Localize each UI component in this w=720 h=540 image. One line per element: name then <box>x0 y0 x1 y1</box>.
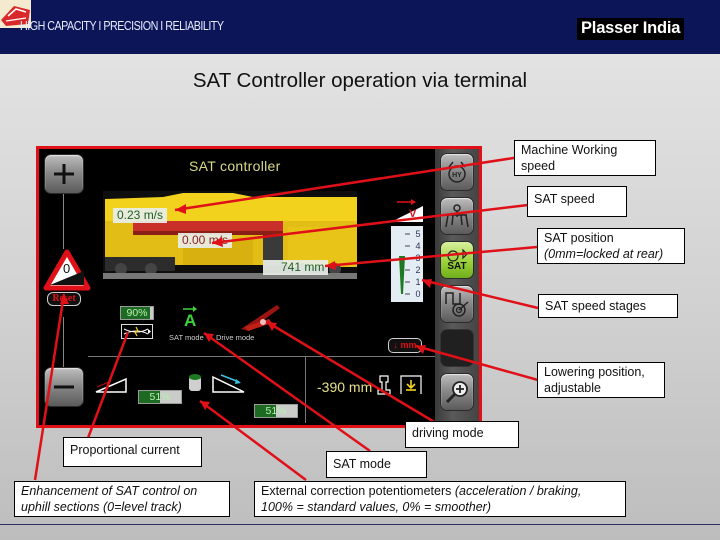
callout-proportional-current: Proportional current <box>63 437 202 467</box>
signal-target-icon <box>445 292 469 317</box>
tagline: HIGH CAPACITY I PRECISION I RELIABILITY <box>20 19 224 33</box>
callout-sat-position: SAT position (0mm=locked at rear) <box>537 228 685 264</box>
side-button-bar: HY SAT <box>435 149 479 425</box>
proportional-valve-icon <box>121 324 153 339</box>
callout-sat-mode: SAT mode <box>326 451 427 478</box>
increase-button[interactable] <box>44 154 84 194</box>
sat-position-value: 741 mm <box>263 260 329 275</box>
sat-button[interactable]: SAT <box>440 241 474 279</box>
slider-track <box>63 317 64 367</box>
callout-text: Machine Working <box>521 143 618 157</box>
blank-button[interactable] <box>440 329 474 367</box>
gauge-scale: 5 4 3 2 1 0 <box>413 228 423 300</box>
plus-icon <box>54 164 74 184</box>
callout-machine-working-speed: Machine Working speed <box>514 140 656 176</box>
lift-icon <box>445 204 469 228</box>
sat-hydraulic-icon <box>447 248 468 262</box>
callout-sat-speed: SAT speed <box>527 186 627 217</box>
gauge-tick-label: 2 <box>415 265 421 275</box>
gauge-tick-label: 0 <box>415 289 421 299</box>
hydraulic-icon: HY <box>448 161 466 183</box>
uphill-warning-sign[interactable]: 0 <box>43 249 91 291</box>
lowering-position-icon <box>399 374 423 401</box>
speed-marker: V <box>409 208 417 220</box>
callout-text: (0mm=locked at rear) <box>544 246 678 262</box>
gauge-tick-label: 5 <box>415 229 421 239</box>
reset-button[interactable]: Reset <box>47 292 81 306</box>
callout-uphill-enhancement: Enhancement of SAT control on uphill sec… <box>14 481 230 517</box>
slider-track <box>63 194 64 249</box>
lowering-position-value: -390 mm <box>317 379 373 395</box>
braking-ramp-icon <box>211 373 247 398</box>
sat-button-label: SAT <box>447 261 467 272</box>
zoom-button[interactable] <box>440 373 474 411</box>
page-title: SAT Controller operation via terminal <box>192 69 528 92</box>
divider <box>305 356 306 423</box>
hydraulic-button[interactable]: HY <box>440 153 474 191</box>
callout-text-italic: Enhancement of SAT control on <box>21 484 198 498</box>
callout-text: External correction potentiometers <box>261 484 455 498</box>
zoom-in-icon <box>445 381 468 404</box>
callout-text-italic: (0mm=locked at rear) <box>544 247 664 261</box>
brand-logo: Plasser India <box>577 18 685 40</box>
callout-sat-speed-stages: SAT speed stages <box>538 294 678 318</box>
svg-text:HY: HY <box>452 172 462 179</box>
terminal-screen: 0 Reset SAT controller 0.23 m/s 0.00 m/s… <box>39 149 435 425</box>
terminal-screenshot: 0 Reset SAT controller 0.23 m/s 0.00 m/s… <box>36 146 482 428</box>
signal-button[interactable] <box>440 285 474 323</box>
sat-speed-value: 0.00 m/s <box>178 233 233 248</box>
gauge-tick-label: 1 <box>415 277 421 287</box>
uphill-value: 0 <box>63 261 71 276</box>
acceleration-ramp-icon <box>95 377 129 398</box>
gauge-tick-label: 3 <box>415 253 421 263</box>
sat-speed-stages-gauge: V 5 4 3 2 1 0 <box>389 194 425 302</box>
machine-working-speed-value: 0.23 m/s <box>113 208 168 223</box>
callout-lowering-position: Lowering position, adjustable <box>537 362 665 398</box>
sat-mode-glyph: A <box>184 311 197 330</box>
potentiometer-knob-icon[interactable] <box>187 373 203 398</box>
drive-mode-label: Drive mode <box>216 333 255 342</box>
braking-value: 51% <box>265 405 287 417</box>
sat-mode-icon[interactable]: A <box>182 305 198 334</box>
callout-text-italic: (acceleration / braking, <box>454 484 582 498</box>
acceleration-value: 51% <box>149 391 171 403</box>
acceleration-potentiometer[interactable]: 51% <box>138 390 182 404</box>
callout-text: speed <box>521 159 556 173</box>
divider <box>88 356 435 357</box>
footer-rule <box>0 524 720 525</box>
callout-external-potentiometers: External correction potentiometers (acce… <box>254 481 626 517</box>
callout-text: SAT position <box>544 231 614 245</box>
controller-title: SAT controller <box>189 158 281 174</box>
callout-text-italic: uphill sections (0=level track) <box>21 500 182 514</box>
rail-icon <box>376 374 392 401</box>
callout-text-italic: 100% = standard values, 0% = smoother) <box>261 500 491 514</box>
machine-image: 0.23 m/s 0.00 m/s 741 mm <box>103 191 357 279</box>
proportional-current-value: 90% <box>126 307 148 319</box>
decrease-button[interactable] <box>44 367 84 407</box>
minus-icon <box>54 385 74 389</box>
gauge-tick-label: 4 <box>415 241 421 251</box>
callout-driving-mode: driving mode <box>405 421 519 448</box>
braking-potentiometer[interactable]: 51% <box>254 404 298 418</box>
callout-text: Lowering position, <box>544 365 645 379</box>
lift-button[interactable] <box>440 197 474 235</box>
lowering-position-button[interactable]: ↓ mm <box>388 338 422 353</box>
proportional-current-indicator: 90% <box>120 306 154 320</box>
callout-text: adjustable <box>544 381 601 395</box>
sat-mode-label: SAT mode <box>169 333 204 342</box>
